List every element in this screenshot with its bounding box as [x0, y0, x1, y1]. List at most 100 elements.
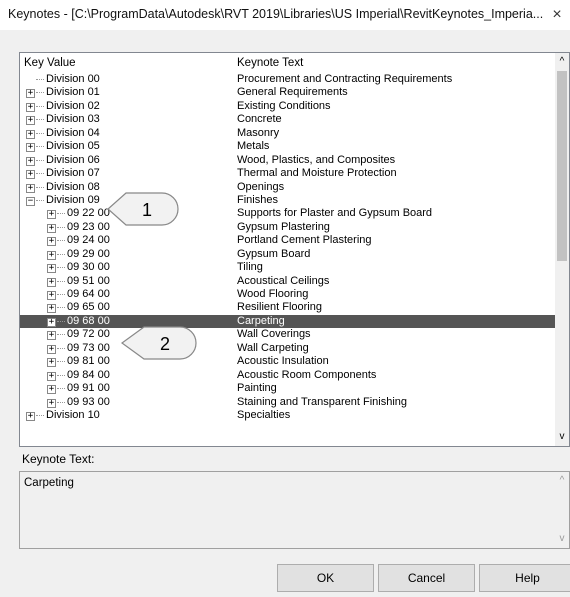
expand-icon[interactable]: +: [26, 143, 35, 153]
tree-connector: [57, 347, 65, 349]
tree-row-section[interactable]: +09 65 00 Resilient Flooring: [20, 301, 555, 314]
expand-icon[interactable]: +: [47, 291, 56, 300]
expand-icon[interactable]: +: [47, 264, 56, 274]
expand-icon[interactable]: +: [26, 116, 35, 126]
tree-connector: [57, 374, 65, 376]
tree-row-section[interactable]: +09 30 00 Tiling: [20, 261, 555, 274]
scroll-thumb[interactable]: [557, 71, 567, 261]
key-value: Division 07: [46, 167, 100, 180]
tree-connector: [36, 105, 44, 107]
column-header-keynote-text[interactable]: Keynote Text: [237, 57, 303, 69]
tree-row-section[interactable]: +09 84 00 Acoustic Room Components: [20, 369, 555, 382]
scroll-down-icon[interactable]: v: [555, 430, 569, 444]
keynote-tree[interactable]: Key Value Keynote Text Division 00 Procur…: [19, 52, 570, 447]
keynote-text-label: Keynote Text:: [22, 452, 95, 466]
expand-icon[interactable]: +: [26, 411, 35, 421]
expand-icon[interactable]: +: [47, 250, 56, 260]
expand-icon[interactable]: +: [47, 358, 56, 368]
help-button[interactable]: Help: [479, 564, 570, 592]
tree-row-division[interactable]: + Division 02 Existing Conditions: [20, 100, 555, 113]
tree-row-section[interactable]: +09 51 00 Acoustical Ceilings: [20, 275, 555, 288]
tree-row-section[interactable]: +09 93 00 Staining and Transparent Finish…: [20, 396, 555, 409]
keynote-text: Wall Coverings: [237, 328, 311, 341]
keynote-text: Resilient Flooring: [237, 301, 322, 314]
tree-row-division[interactable]: + Division 10 Specialties: [20, 409, 555, 422]
expand-icon[interactable]: +: [47, 277, 56, 287]
expand-icon[interactable]: +: [47, 344, 56, 354]
key-value: 09 30 00: [67, 261, 110, 274]
tree-connector: [57, 213, 65, 215]
tree-row-division[interactable]: + Division 04 Masonry: [20, 127, 555, 140]
expand-icon[interactable]: +: [26, 183, 35, 193]
scroll-down-icon[interactable]: v: [555, 532, 569, 546]
expand-icon[interactable]: +: [47, 385, 56, 395]
tree-row-division[interactable]: Division 00 Procurement and Contracting R…: [20, 73, 555, 86]
collapse-icon[interactable]: −: [26, 196, 35, 206]
expand-icon[interactable]: +: [26, 156, 35, 166]
ok-button[interactable]: OK: [277, 564, 374, 592]
expand-icon[interactable]: +: [26, 129, 35, 139]
expand-icon[interactable]: +: [47, 398, 56, 408]
scroll-up-icon[interactable]: ^: [555, 474, 569, 488]
tree-row-section[interactable]: +09 24 00 Portland Cement Plastering: [20, 234, 555, 247]
expand-icon[interactable]: +: [47, 304, 56, 314]
expand-icon[interactable]: +: [26, 102, 35, 112]
tree-connector: [36, 159, 44, 161]
keynote-text-scrollbar[interactable]: ^ v: [555, 472, 569, 548]
tree-connector: [36, 92, 44, 94]
key-value: 09 65 00: [67, 301, 110, 314]
key-value: Division 10: [46, 408, 100, 421]
tree-row-section[interactable]: +09 81 00 Acoustic Insulation: [20, 355, 555, 368]
tree-row-section[interactable]: +09 91 00 Painting: [20, 382, 555, 395]
key-value: Division 03: [46, 113, 100, 126]
expand-icon[interactable]: +: [47, 317, 56, 327]
tree-row-division[interactable]: + Division 03 Concrete: [20, 113, 555, 126]
tree-row-section[interactable]: +09 72 00 Wall Coverings: [20, 328, 555, 341]
close-icon[interactable]: ×: [546, 4, 568, 26]
tree-connector: [36, 119, 44, 121]
tree-connector: [57, 253, 65, 255]
expand-icon[interactable]: +: [47, 210, 56, 220]
window-title: Keynotes - [C:\ProgramData\Autodesk\RVT …: [8, 7, 544, 21]
tree-row-section[interactable]: +09 68 00 Carpeting: [20, 314, 555, 329]
keynote-text: Specialties: [237, 408, 291, 421]
expand-icon[interactable]: +: [47, 223, 56, 233]
scroll-up-icon[interactable]: ^: [555, 55, 569, 69]
tree-row-division[interactable]: + Division 01 General Requirements: [20, 86, 555, 99]
keynote-text: Acoustic Insulation: [237, 355, 329, 368]
tree-connector: [57, 388, 65, 390]
tree-connector: [57, 401, 65, 403]
tree-scrollbar[interactable]: ^ v: [555, 53, 569, 446]
expand-icon[interactable]: +: [26, 89, 35, 99]
tree-rows: Division 00 Procurement and Contracting R…: [20, 73, 555, 422]
keynote-text: Acoustical Ceilings: [237, 274, 330, 287]
tree-connector: [36, 146, 44, 148]
expand-icon[interactable]: +: [26, 170, 35, 180]
tree-connector: [36, 414, 44, 416]
expand-icon[interactable]: +: [47, 371, 56, 381]
tree-row-division[interactable]: + Division 07 Thermal and Moisture Protect…: [20, 167, 555, 180]
expand-icon[interactable]: +: [47, 237, 56, 247]
key-value: Division 02: [46, 99, 100, 112]
keynote-text-field[interactable]: Carpeting ^ v: [19, 471, 570, 549]
tree-row-division[interactable]: + Division 06 Wood, Plastics, and Composit…: [20, 154, 555, 167]
cancel-button[interactable]: Cancel: [378, 564, 475, 592]
tree-row-section[interactable]: +09 64 00 Wood Flooring: [20, 288, 555, 301]
keynote-text: Finishes: [237, 193, 278, 206]
key-value: 09 81 00: [67, 355, 110, 368]
key-value: 09 64 00: [67, 288, 110, 300]
tree-connector: [36, 79, 44, 80]
tree-connector: [57, 240, 65, 242]
tree-row-division[interactable]: + Division 05 Metals: [20, 140, 555, 153]
keynote-text: Acoustic Room Components: [237, 368, 377, 381]
expand-icon[interactable]: +: [47, 331, 56, 341]
tree-connector: [36, 199, 44, 201]
callout-1: 1: [107, 192, 179, 226]
column-header-key-value[interactable]: Key Value: [24, 57, 76, 69]
tree-row-section[interactable]: +09 29 00 Gypsum Board: [20, 248, 555, 261]
tree-connector: [57, 280, 65, 282]
keynote-text: Gypsum Board: [237, 247, 311, 260]
keynote-text: Tiling: [237, 261, 263, 274]
tree-row-section[interactable]: +09 73 00 Wall Carpeting: [20, 342, 555, 355]
key-value: 09 29 00: [67, 247, 110, 260]
